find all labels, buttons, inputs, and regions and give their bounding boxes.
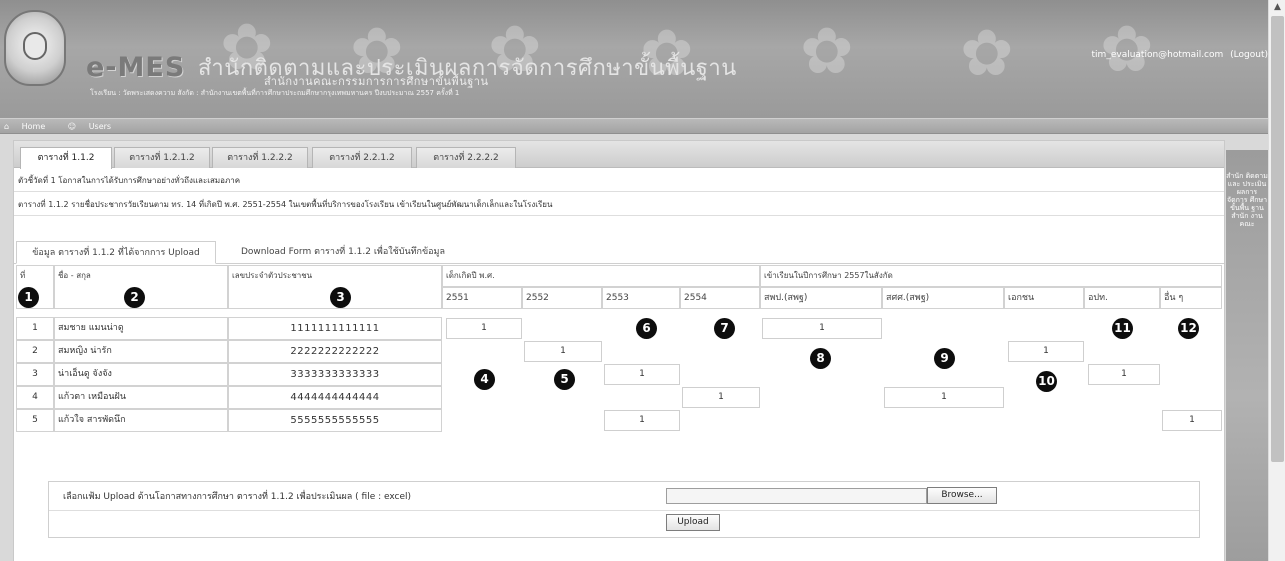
annotation-marker: 2	[124, 287, 145, 308]
value-cell: 1	[1088, 364, 1160, 385]
tab-download-form[interactable]: Download Form ตารางที่ 1.1.2 เพื่อใช้บัน…	[228, 241, 458, 264]
tab-uploaded-data[interactable]: ข้อมูล ตารางที่ 1.1.2 ที่ได้จากการ Uploa…	[16, 241, 216, 264]
row-citizen-id: 1111111111111	[228, 317, 442, 340]
school-info: โรงเรียน : วัดพระเสดงความ สังกัด : สำนัก…	[90, 89, 460, 97]
page-scrollbar[interactable]: ▲	[1268, 0, 1285, 561]
row-number: 3	[16, 363, 54, 386]
annotation-marker: 11	[1112, 318, 1133, 339]
row-number: 1	[16, 317, 54, 340]
side-banner: สำนัก ติดตาม และ ประเมิน ผลการ จัดการ ศึ…	[1226, 150, 1268, 561]
logo-emblem-icon	[23, 32, 47, 60]
header-banner: ✿ ✿ ✿ ✿ ✿ ✿ ✿ e-MES สำนักติดตามและประเมิ…	[0, 0, 1268, 118]
annotation-marker: 6	[636, 318, 657, 339]
tab-table-1-2-2-2[interactable]: ตารางที่ 1.2.2.2	[212, 147, 308, 168]
top-nav: ⌂ Home ☺ Users	[0, 118, 1268, 134]
annotation-marker: 1	[18, 287, 39, 308]
row-citizen-id: 2222222222222	[228, 340, 442, 363]
value-cell: 1	[604, 410, 680, 431]
row-citizen-id: 4444444444444	[228, 386, 442, 409]
row-number: 5	[16, 409, 54, 432]
col-header-agency: สศศ.(สพฐ)	[882, 287, 1004, 309]
upload-form: เลือกแฟ้ม Upload ด้านโอกาสทางการศึกษา ตา…	[48, 481, 1200, 538]
tab-table-1-2-1-2[interactable]: ตารางที่ 1.2.1.2	[114, 147, 210, 168]
row-name: แก้วตา เหมือนฝัน	[54, 386, 228, 409]
indicator-text: ตัวชี้วัดที่ 1 โอกาสในการได้รับการศึกษาอ…	[14, 171, 1224, 192]
row-number: 4	[16, 386, 54, 409]
users-label: Users	[88, 122, 112, 131]
value-cell: 1	[446, 318, 522, 339]
col-header-agency: อปท.	[1084, 287, 1160, 309]
col-header-agency: อื่น ๆ	[1160, 287, 1222, 309]
value-cell: 1	[762, 318, 882, 339]
col-header-born-year: เด็กเกิดปี พ.ศ.	[442, 265, 760, 287]
sub-tabs: ข้อมูล ตารางที่ 1.1.2 ที่ได้จากการ Uploa…	[14, 241, 1224, 264]
row-number: 2	[16, 340, 54, 363]
upload-label: เลือกแฟ้ม Upload ด้านโอกาสทางการศึกษา ตา…	[63, 492, 412, 502]
upload-button[interactable]: Upload	[666, 514, 720, 531]
scroll-thumb[interactable]	[1271, 16, 1284, 462]
annotation-marker: 4	[474, 369, 495, 390]
annotation-marker: 7	[714, 318, 735, 339]
value-cell: 1	[884, 387, 1004, 408]
home-link[interactable]: ⌂ Home	[4, 122, 55, 131]
col-header-agency: เอกชน	[1004, 287, 1084, 309]
logout-link[interactable]: (Logout)	[1230, 50, 1268, 60]
home-icon: ⌂	[4, 122, 10, 131]
brand-name: e-MES	[86, 52, 186, 83]
home-label: Home	[21, 122, 46, 131]
value-cell: 1	[604, 364, 680, 385]
value-cell: 1	[1162, 410, 1222, 431]
col-header-agency: สพป.(สพฐ)	[760, 287, 882, 309]
row-citizen-id: 3333333333333	[228, 363, 442, 386]
users-link[interactable]: ☺ Users	[68, 122, 121, 131]
scroll-up-icon[interactable]: ▲	[1269, 0, 1285, 14]
col-header-enrolled: เข้าเรียนในปีการศึกษา 2557ในสังกัด	[760, 265, 1222, 287]
tab-table-2-2-1-2[interactable]: ตารางที่ 2.2.1.2	[312, 147, 412, 168]
col-header-year: 2553	[602, 287, 680, 309]
annotation-marker: 10	[1036, 371, 1057, 392]
flower-decoration-icon: ✿	[960, 17, 1014, 91]
col-header-year: 2552	[522, 287, 602, 309]
row-name: สมหญิง น่ารัก	[54, 340, 228, 363]
row-name: น่าเอ็นดู จังจัง	[54, 363, 228, 386]
value-cell: 1	[682, 387, 760, 408]
annotation-marker: 9	[934, 348, 955, 369]
file-path-input[interactable]	[666, 488, 927, 504]
flower-decoration-icon: ✿	[800, 15, 854, 89]
obec-logo	[4, 10, 66, 86]
value-cell: 1	[1008, 341, 1084, 362]
col-header-year: 2554	[680, 287, 760, 309]
annotation-marker: 3	[330, 287, 351, 308]
users-icon: ☺	[67, 122, 77, 131]
browse-button[interactable]: Browse...	[927, 487, 997, 504]
row-citizen-id: 5555555555555	[228, 409, 442, 432]
tab-strip: ตารางที่ 1.1.2 ตารางที่ 1.2.1.2 ตารางที่…	[14, 141, 1224, 169]
main-panel: ตารางที่ 1.1.2 ตารางที่ 1.2.1.2 ตารางที่…	[13, 140, 1225, 561]
value-cell: 1	[524, 341, 602, 362]
tab-table-1-1-2[interactable]: ตารางที่ 1.1.2	[20, 147, 112, 169]
user-email: tim_evaluation@hotmail.com	[1091, 50, 1224, 60]
tab-table-2-2-2-2[interactable]: ตารางที่ 2.2.2.2	[416, 147, 516, 168]
row-name: แก้วใจ สารพัดนึก	[54, 409, 228, 432]
row-name: สมชาย แมนน่าดู	[54, 317, 228, 340]
annotation-marker: 8	[810, 348, 831, 369]
table-caption: ตารางที่ 1.1.2 รายชื่อประชากรวัยเรียนตาม…	[14, 195, 1224, 216]
col-header-year: 2551	[442, 287, 522, 309]
annotation-marker: 5	[554, 369, 575, 390]
divider	[49, 510, 1199, 511]
user-bar: tim_evaluation@hotmail.com (Logout)	[1092, 50, 1268, 60]
side-banner-text: สำนัก ติดตาม และ ประเมิน ผลการ จัดการ ศึ…	[1226, 172, 1268, 228]
annotation-marker: 12	[1178, 318, 1199, 339]
